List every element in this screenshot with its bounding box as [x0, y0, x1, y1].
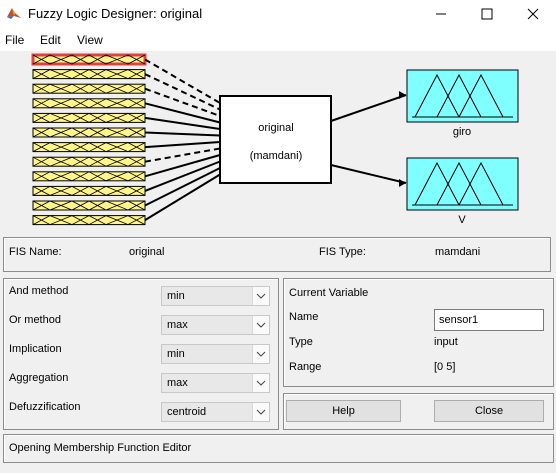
method-select[interactable]: max: [161, 315, 270, 335]
variable-name-value: sensor1: [439, 314, 479, 326]
input-variable-block[interactable]: [32, 127, 146, 138]
maximize-icon: [481, 8, 493, 19]
help-button[interactable]: Help: [286, 400, 401, 422]
menu-view[interactable]: View: [77, 33, 103, 47]
variable-type-value: input: [434, 336, 458, 348]
input-variables: [31, 53, 147, 226]
system-name: original: [258, 122, 293, 134]
input-variable-block[interactable]: [32, 83, 146, 94]
input-variable-block[interactable]: [32, 98, 146, 109]
close-button[interactable]: Close: [434, 400, 544, 422]
chevron-down-icon: [252, 403, 269, 421]
system-block[interactable]: [219, 95, 332, 184]
status-panel: Opening Membership Function Editor: [3, 434, 554, 463]
input-variable-block[interactable]: [32, 215, 146, 226]
method-label: Aggregation: [9, 372, 69, 384]
fis-name-label: FIS Name:: [9, 246, 62, 258]
input-variable-block[interactable]: [32, 200, 146, 211]
variable-range-label: Range: [289, 361, 322, 373]
minimize-button[interactable]: [418, 0, 464, 27]
input-variable-block[interactable]: [32, 156, 146, 167]
input-connection: [144, 131, 221, 137]
output-arrow: [399, 179, 406, 187]
fis-name-value: original: [129, 246, 165, 258]
input-variable-block[interactable]: [31, 53, 147, 66]
method-label: Implication: [9, 343, 62, 355]
input-connection: [144, 173, 221, 221]
method-label: And method: [9, 285, 69, 297]
fis-info-panel: FIS Name: original FIS Type: mamdani: [3, 237, 551, 272]
fis-type-value: mamdani: [435, 246, 481, 258]
method-label: Or method: [9, 314, 61, 326]
output-arrow: [399, 91, 406, 99]
input-connection: [144, 147, 221, 163]
input-variable-block[interactable]: [32, 112, 146, 123]
current-variable-title: Current Variable: [289, 287, 369, 299]
matlab-icon: [7, 8, 21, 19]
method-select[interactable]: min: [161, 286, 270, 306]
fis-diagram: original (mamdani) giro V: [0, 51, 556, 229]
current-variable-panel: Current Variable Name sensor1 Type input…: [283, 278, 554, 387]
chevron-down-icon: [252, 316, 269, 334]
method-select[interactable]: centroid: [161, 402, 270, 422]
method-select[interactable]: min: [161, 344, 270, 364]
minimize-icon: [436, 13, 446, 14]
input-variable-block[interactable]: [32, 171, 146, 182]
method-label: Defuzzification: [9, 401, 81, 413]
output-variable-block[interactable]: [406, 157, 519, 211]
output-connection: [330, 164, 407, 184]
input-variable-block[interactable]: [32, 185, 146, 196]
variable-type-label: Type: [289, 336, 313, 348]
variable-name-input[interactable]: sensor1: [434, 309, 544, 331]
method-select-value: min: [167, 290, 185, 302]
input-variable-block[interactable]: [32, 142, 146, 153]
chevron-down-icon: [252, 287, 269, 305]
window-title: Fuzzy Logic Designer: original: [28, 6, 203, 21]
output-variables: giro V: [406, 69, 519, 226]
method-select-value: max: [167, 319, 188, 331]
menu-edit[interactable]: Edit: [40, 33, 61, 47]
method-select[interactable]: max: [161, 373, 270, 393]
output-connection: [330, 94, 407, 122]
menu-file[interactable]: File: [5, 33, 24, 47]
fis-type-label: FIS Type:: [319, 246, 366, 258]
method-select-value: centroid: [167, 406, 207, 418]
input-variable-block[interactable]: [32, 69, 146, 80]
method-select-value: max: [167, 377, 188, 389]
input-connection: [144, 58, 221, 104]
maximize-button[interactable]: [464, 0, 510, 27]
fis-diagram-svg: original (mamdani) giro V: [31, 53, 519, 226]
output-variable-name: V: [458, 214, 466, 226]
variable-name-label: Name: [289, 311, 319, 323]
chevron-down-icon: [252, 374, 269, 392]
connection-lines: [144, 58, 221, 221]
method-select-value: min: [167, 348, 185, 360]
buttons-panel: Help Close: [283, 393, 554, 430]
system-type: (mamdani): [250, 150, 303, 162]
menu-bar: File Edit View: [0, 27, 556, 51]
close-icon: [527, 8, 539, 19]
output-variable-block[interactable]: [406, 69, 519, 123]
output-variable-name: giro: [453, 126, 471, 138]
close-window-button[interactable]: [510, 0, 556, 27]
input-connection: [144, 141, 221, 149]
variable-range-value: [0 5]: [434, 361, 456, 373]
methods-panel: And method min Or method max Implication min A…: [3, 278, 279, 430]
chevron-down-icon: [252, 345, 269, 363]
status-message: Opening Membership Function Editor: [9, 442, 192, 454]
title-bar: Fuzzy Logic Designer: original: [0, 0, 556, 27]
